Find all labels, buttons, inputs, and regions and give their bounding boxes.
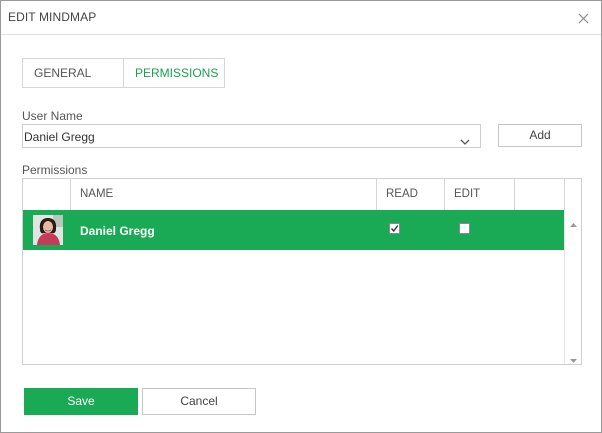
tab-bar: GENERAL PERMISSIONS	[22, 58, 225, 88]
save-button[interactable]: Save	[24, 388, 138, 415]
user-name-value: Daniel Gregg	[24, 130, 95, 144]
cancel-button[interactable]: Cancel	[142, 388, 256, 415]
column-header-extra	[515, 179, 565, 210]
tab-general[interactable]: GENERAL	[22, 58, 124, 88]
edit-mindmap-dialog: EDIT MINDMAP GENERAL PERMISSIONS User Na…	[0, 0, 602, 433]
close-icon[interactable]	[578, 13, 589, 24]
user-name-label: User Name	[22, 109, 83, 123]
column-header-name[interactable]: NAME	[71, 179, 377, 210]
scroll-down-arrow-icon[interactable]	[570, 352, 577, 364]
row-user-name: Daniel Gregg	[80, 224, 155, 238]
grid-scrollbar[interactable]	[564, 210, 581, 364]
column-header-edit[interactable]: EDIT	[445, 179, 515, 210]
permissions-grid: NAME READ EDIT Daniel Gregg	[22, 178, 582, 365]
scroll-up-arrow-icon[interactable]	[570, 216, 577, 230]
user-name-select[interactable]: Daniel Gregg	[22, 124, 481, 148]
grid-header: NAME READ EDIT	[23, 179, 581, 211]
chevron-down-icon	[460, 134, 470, 148]
add-user-button[interactable]: Add	[498, 124, 582, 147]
read-permission-checkbox[interactable]	[389, 223, 400, 234]
dialog-titlebar: EDIT MINDMAP	[1, 1, 601, 35]
edit-permission-checkbox[interactable]	[459, 223, 470, 234]
column-header-read[interactable]: READ	[377, 179, 445, 210]
dialog-title: EDIT MINDMAP	[8, 10, 97, 24]
tab-permissions[interactable]: PERMISSIONS	[124, 58, 225, 88]
user-avatar	[33, 215, 63, 245]
column-header-image	[23, 179, 71, 210]
permissions-label: Permissions	[22, 163, 88, 177]
